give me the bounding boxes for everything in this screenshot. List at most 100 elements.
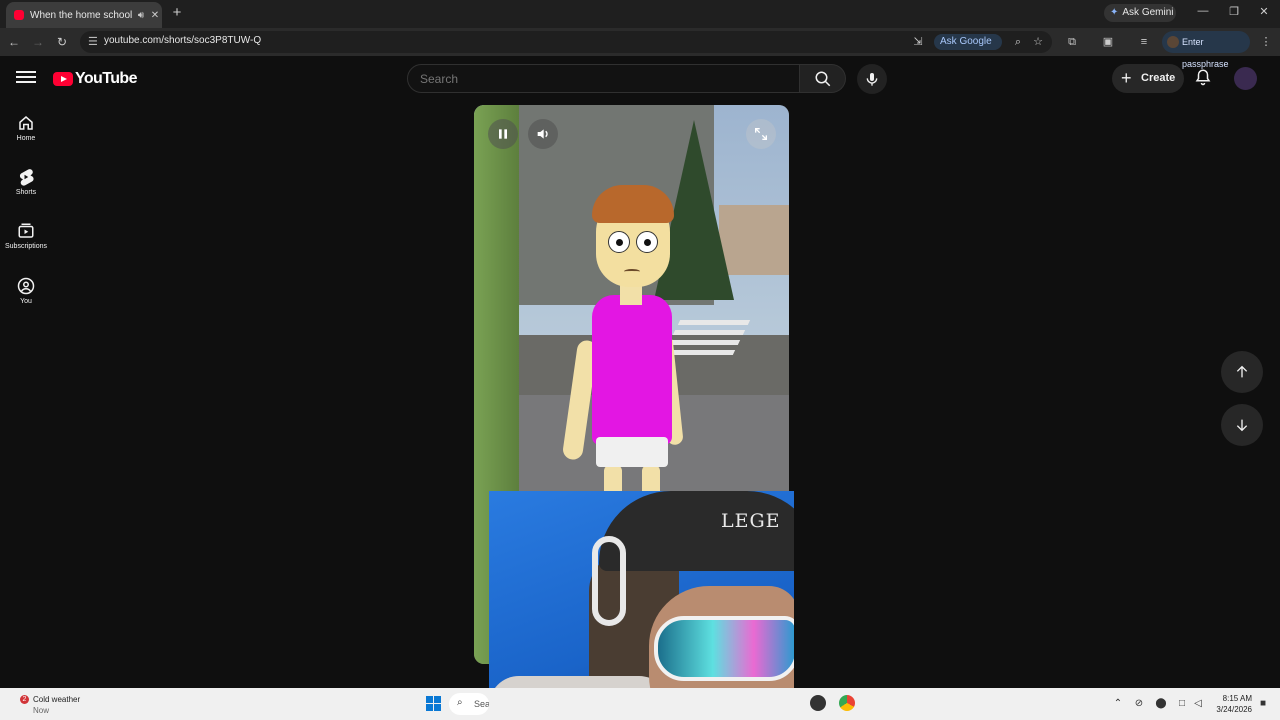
you-icon (17, 277, 35, 295)
hamburger-menu-icon[interactable] (16, 68, 36, 88)
taskbar-clock[interactable]: 8:15 AM 3/24/2026 (1208, 693, 1252, 715)
extensions-icon[interactable]: ⧉ (1064, 34, 1080, 50)
create-label: Create (1141, 72, 1176, 84)
home-icon (19, 116, 33, 130)
sidebar-item-shorts[interactable]: Shorts (0, 168, 52, 214)
site-info-icon[interactable]: ☰ (88, 35, 98, 48)
weather-subtext: Now (33, 706, 50, 715)
crosswalk-stripe (677, 320, 751, 325)
chrome-icon[interactable] (839, 695, 855, 711)
webcam-goggles (654, 616, 794, 681)
forward-icon[interactable]: → (30, 34, 46, 50)
profile-avatar (1167, 36, 1179, 48)
weather-badge: 2 (20, 695, 29, 704)
enter-passphrase-button[interactable]: Enter passphrase (1162, 31, 1250, 69)
gemini-spark-icon: ✦ (1110, 7, 1119, 18)
fullscreen-button[interactable] (746, 119, 776, 149)
taskbar-search[interactable]: ⌕ Sea (449, 693, 489, 715)
character-mouth (624, 269, 640, 274)
browser-tab-bar: When the home school pro 🔊︎ ✕ + ✦Ask Gem… (0, 0, 1280, 28)
previous-short-button[interactable] (1221, 351, 1263, 393)
notification-center-icon[interactable]: ■ (1256, 698, 1270, 709)
app-icon[interactable] (810, 695, 826, 711)
tray-volume-icon[interactable]: ◁ (1191, 698, 1205, 709)
windows-start-icon[interactable] (426, 696, 441, 711)
create-button[interactable]: + Create (1112, 64, 1184, 93)
shorts-icon (19, 169, 34, 186)
notifications-bell-icon[interactable] (1194, 68, 1214, 88)
youtube-play-icon (53, 72, 73, 86)
logo-text: YouTube (75, 70, 137, 87)
search-input[interactable] (420, 72, 780, 86)
volume-button[interactable] (528, 119, 558, 149)
sidebar-item-subscriptions[interactable]: Subscriptions (0, 222, 52, 268)
windows-taskbar: 2 Cold weather Now ⌕ Sea ⌃ ⊘ ⬤ □ ◁ 8:15 … (0, 688, 1280, 720)
browser-menu-icon[interactable]: ⋮ (1258, 34, 1274, 50)
arrow-down-icon (1236, 419, 1248, 432)
pause-button[interactable] (488, 119, 518, 149)
omnibox[interactable]: ☰ youtube.com/shorts/soc3P8TUW-Q ⇲ Ask G… (80, 31, 1052, 53)
tab-title: When the home school pro (30, 9, 134, 21)
next-short-button[interactable] (1221, 404, 1263, 446)
microphone-icon (866, 73, 878, 86)
sidebar-item-label: Shorts (15, 189, 37, 196)
clock-date: 3/24/2026 (1216, 705, 1252, 714)
sidebar-item-label: Home (16, 135, 36, 142)
sidebar-item-home[interactable]: Home (0, 114, 52, 160)
new-tab-button[interactable]: + (168, 4, 186, 22)
cap-text: LEGE (721, 510, 781, 532)
reading-list-icon[interactable]: ≡ (1136, 34, 1152, 50)
minimize-icon[interactable]: — (1196, 5, 1210, 17)
tray-microphone-icon[interactable]: ⬤ (1154, 698, 1168, 709)
sidebar-item-label: Subscriptions (4, 243, 48, 250)
search-icon (815, 71, 831, 87)
character-hair (592, 185, 674, 223)
tray-sync-icon[interactable]: ⊘ (1132, 698, 1146, 709)
character-shirt (592, 295, 672, 445)
ask-gemini-button[interactable]: ✦ Ask Gemini (1104, 4, 1176, 22)
tray-network-icon[interactable]: □ (1175, 698, 1189, 709)
voice-search-button[interactable] (857, 64, 887, 94)
tab-close-icon[interactable]: ✕ (148, 10, 162, 21)
install-app-icon[interactable]: ⇲ (910, 34, 926, 50)
pause-icon (499, 129, 507, 139)
character-eye (636, 231, 658, 253)
crosswalk-stripe (667, 340, 741, 345)
browser-tab[interactable]: When the home school pro 🔊︎ ✕ (6, 2, 162, 28)
sidebar-item-you[interactable]: You (0, 277, 52, 323)
ask-google-label: Ask Google (940, 36, 992, 47)
weather-widget[interactable]: 2 Cold weather Now (16, 693, 96, 717)
sidebar-item-label: You (20, 298, 32, 305)
weather-text: Cold weather (33, 695, 81, 704)
search-box[interactable] (407, 64, 800, 93)
search-button[interactable] (800, 64, 846, 93)
character-shorts (596, 437, 668, 467)
back-icon[interactable]: ← (6, 34, 22, 50)
volume-icon (537, 129, 548, 139)
webcam-overlay: LEGE (489, 491, 794, 720)
clock-time: 8:15 AM (1222, 694, 1252, 703)
plus-icon: + (1121, 68, 1132, 88)
account-avatar[interactable] (1234, 67, 1257, 90)
reload-icon[interactable]: ↻ (54, 34, 70, 50)
youtube-favicon-icon (14, 10, 24, 20)
crosswalk-stripe (672, 330, 746, 335)
bookmark-star-icon[interactable]: ☆ (1030, 34, 1046, 50)
tab-audio-icon[interactable]: 🔊︎ (134, 10, 148, 21)
webcam-headphones (592, 536, 626, 626)
ask-google-button[interactable]: Ask Google (934, 34, 1002, 50)
window-close-icon[interactable]: ✕ (1257, 5, 1271, 18)
tray-chevron-icon[interactable]: ⌃ (1111, 698, 1125, 709)
taskbar-search-icon: ⌕ (457, 697, 463, 708)
character-eye (608, 231, 630, 253)
restore-icon[interactable]: ❐ (1227, 5, 1241, 18)
zoom-icon[interactable]: ⌕ (1010, 34, 1026, 50)
taskbar-search-text: Sea (474, 699, 489, 709)
address-bar-row: ← → ↻ ☰ youtube.com/shorts/soc3P8TUW-Q ⇲… (0, 28, 1280, 69)
tab-search-icon[interactable]: ▣ (1100, 34, 1116, 50)
arrow-up-icon (1236, 365, 1248, 378)
youtube-logo[interactable]: YouTube (53, 69, 137, 89)
subscriptions-icon (18, 223, 34, 238)
url-text[interactable]: youtube.com/shorts/soc3P8TUW-Q (104, 35, 261, 46)
fullscreen-icon (755, 128, 767, 140)
